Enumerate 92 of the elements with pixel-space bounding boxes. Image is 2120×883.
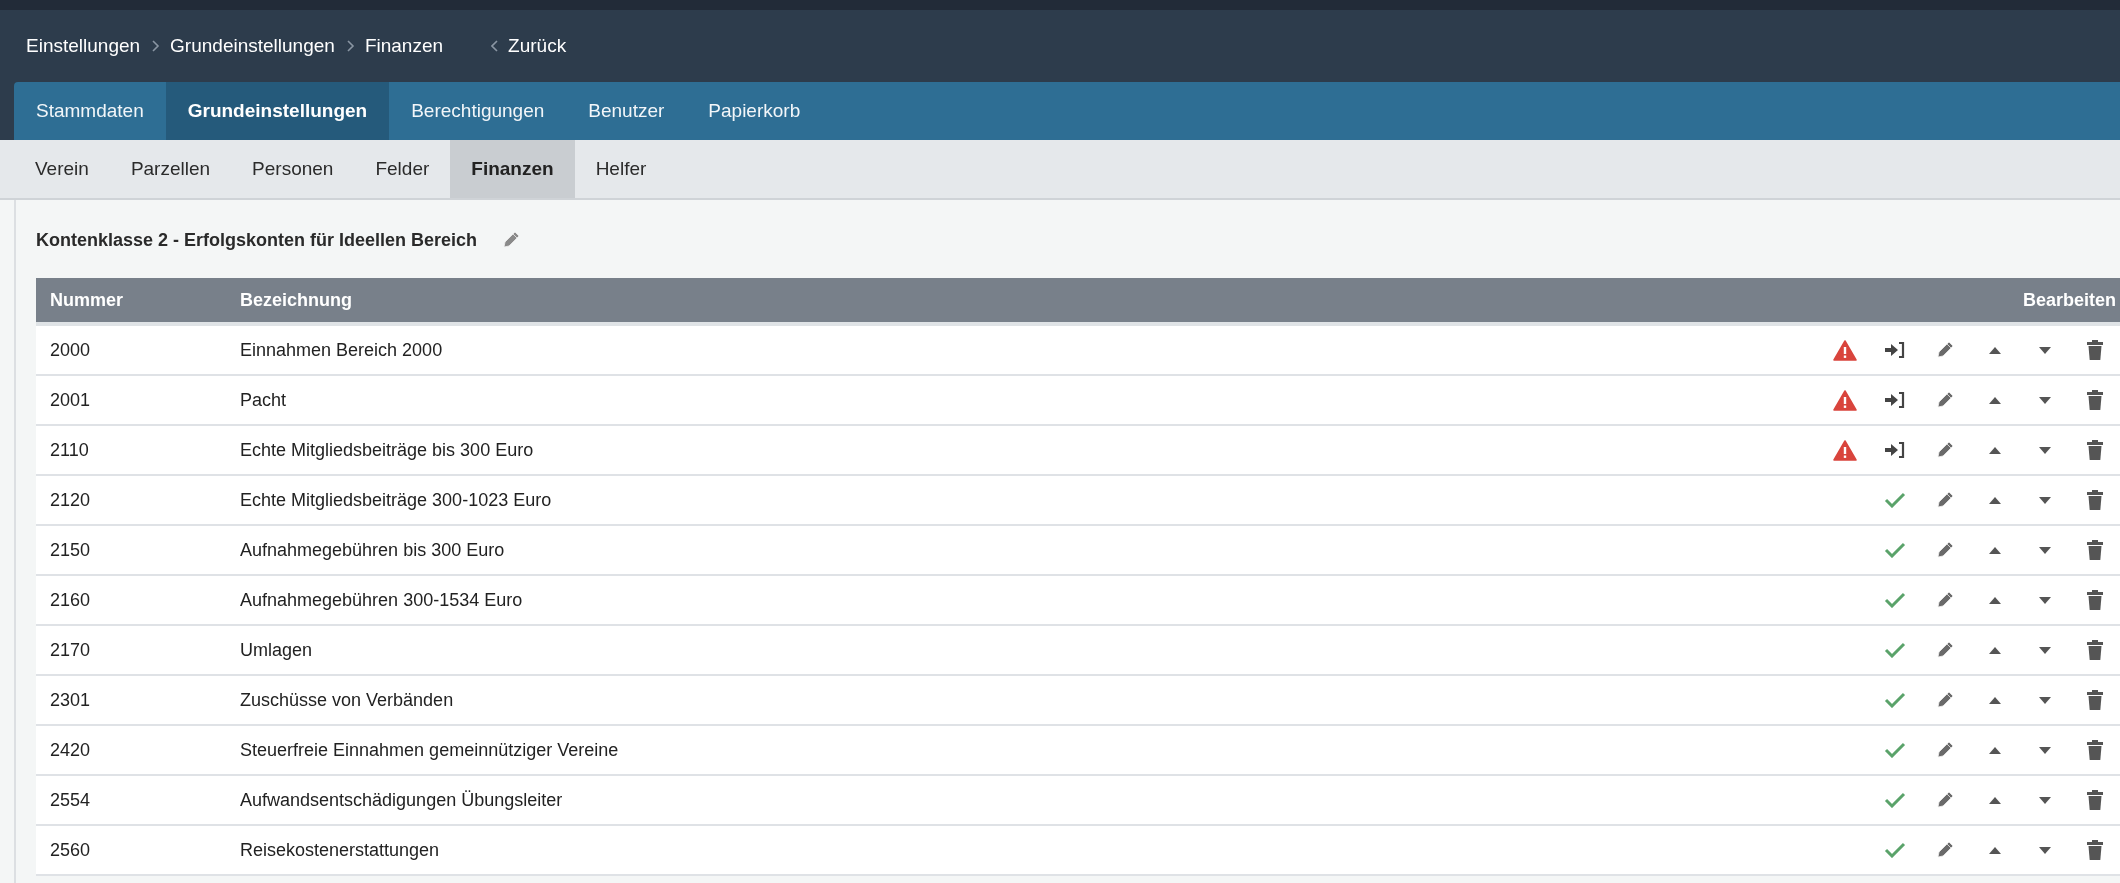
account-number: 2110 <box>49 439 90 461</box>
account-number: 2301 <box>49 689 92 711</box>
chevron-left-icon <box>491 40 500 52</box>
trash-icon[interactable] <box>2087 740 2103 760</box>
trash-icon[interactable] <box>2087 840 2103 860</box>
trash-icon[interactable] <box>2087 790 2103 810</box>
trash-icon[interactable] <box>2087 540 2103 560</box>
caret-down-icon[interactable] <box>2039 346 2051 354</box>
caret-down-icon[interactable] <box>2039 796 2051 804</box>
caret-down-icon[interactable] <box>2039 596 2051 604</box>
caret-up-icon[interactable] <box>1989 496 2001 504</box>
pencil-icon[interactable] <box>1935 490 1955 510</box>
pencil-icon[interactable] <box>1935 640 1955 660</box>
caret-up-icon[interactable] <box>1989 846 2001 854</box>
account-name: Aufnahmegebühren 300-1534 Euro <box>240 589 524 611</box>
trash-icon[interactable] <box>2087 640 2103 660</box>
pencil-icon[interactable] <box>1935 390 1955 410</box>
caret-up-icon[interactable] <box>1989 596 2001 604</box>
caret-up-icon[interactable] <box>1989 746 2001 754</box>
account-number: 2000 <box>49 339 92 361</box>
pencil-icon[interactable] <box>1935 790 1955 810</box>
account-number: 2160 <box>49 589 92 611</box>
sub-tab[interactable]: Helfer <box>574 140 668 198</box>
column-header: Bezeichnung <box>240 289 353 311</box>
pencil-icon[interactable] <box>1935 840 1955 860</box>
caret-down-icon[interactable] <box>2039 646 2051 654</box>
account-name: Steuerfreie Einnahmen gemeinnütziger Vereine <box>240 739 620 761</box>
trash-icon[interactable] <box>2087 340 2103 360</box>
trash-icon[interactable] <box>2087 440 2103 460</box>
column-header: Bearbeiten <box>2022 289 2117 311</box>
caret-down-icon[interactable] <box>2039 746 2051 754</box>
account-number: 2150 <box>49 539 92 561</box>
main-tab[interactable]: Benutzer <box>566 82 687 140</box>
sub-tab[interactable]: Verein <box>14 140 110 198</box>
caret-down-icon[interactable] <box>2039 846 2051 854</box>
trash-icon[interactable] <box>2087 590 2103 610</box>
pencil-icon[interactable] <box>1935 340 1955 360</box>
breadcrumb-link[interactable]: Grundeinstellungen <box>170 35 335 57</box>
caret-up-icon[interactable] <box>1989 796 2001 804</box>
caret-up-icon[interactable] <box>1989 696 2001 704</box>
trash-icon[interactable] <box>2087 490 2103 510</box>
trash-icon[interactable] <box>2087 690 2103 710</box>
trash-icon[interactable] <box>2087 390 2103 410</box>
account-number: 2001 <box>49 389 92 411</box>
breadcrumb-link[interactable]: Finanzen <box>364 35 444 57</box>
main-tab[interactable]: Stammdaten <box>14 82 166 140</box>
account-number: 2554 <box>49 789 92 811</box>
sub-tab[interactable]: Finanzen <box>450 140 575 198</box>
pencil-icon[interactable] <box>501 230 522 250</box>
account-number: 2120 <box>49 489 92 511</box>
chevron-right-icon <box>344 40 355 52</box>
pencil-icon[interactable] <box>1935 540 1955 560</box>
section-title: Kontenklasse 2 - Erfolgskonten für Ideellen Bereich <box>36 229 478 251</box>
sign-in-icon[interactable] <box>1884 341 1906 359</box>
main-tab[interactable]: Berechtigungen <box>389 82 567 140</box>
caret-up-icon[interactable] <box>1989 546 2001 554</box>
account-name: Umlagen <box>240 639 314 661</box>
main-tab[interactable]: Grundeinstellungen <box>165 82 390 140</box>
account-name: Aufnahmegebühren bis 300 Euro <box>240 539 506 561</box>
caret-down-icon[interactable] <box>2039 496 2051 504</box>
account-name: Echte Mitgliedsbeiträge bis 300 Euro <box>240 439 535 461</box>
account-name: Pacht <box>240 389 288 411</box>
sign-in-icon[interactable] <box>1884 391 1906 409</box>
caret-up-icon[interactable] <box>1989 396 2001 404</box>
sub-tab[interactable]: Parzellen <box>109 140 232 198</box>
account-name: Zuschüsse von Verbänden <box>240 689 455 711</box>
caret-up-icon[interactable] <box>1989 346 2001 354</box>
caret-down-icon[interactable] <box>2039 396 2051 404</box>
account-name: Aufwandsentschädigungen Übungsleiter <box>240 789 564 811</box>
account-name: Einnahmen Bereich 2000 <box>240 339 444 361</box>
caret-down-icon[interactable] <box>2039 546 2051 554</box>
sign-in-icon[interactable] <box>1884 441 1906 459</box>
account-number: 2170 <box>49 639 92 661</box>
pencil-icon[interactable] <box>1935 440 1955 460</box>
column-header: Nummer <box>49 289 125 311</box>
caret-up-icon[interactable] <box>1989 446 2001 454</box>
main-tab[interactable]: Papierkorb <box>686 82 823 140</box>
caret-up-icon[interactable] <box>1989 646 2001 654</box>
account-number: 2420 <box>49 739 92 761</box>
sub-tab[interactable]: Personen <box>231 140 355 198</box>
account-name: Reisekostenerstattungen <box>240 839 441 861</box>
caret-down-icon[interactable] <box>2039 446 2051 454</box>
pencil-icon[interactable] <box>1935 740 1955 760</box>
chevron-right-icon <box>150 40 161 52</box>
back-link[interactable]: Zurück <box>491 35 567 57</box>
account-name: Echte Mitgliedsbeiträge 300-1023 Euro <box>240 489 553 511</box>
pencil-icon[interactable] <box>1935 590 1955 610</box>
pencil-icon[interactable] <box>1935 690 1955 710</box>
sub-tab[interactable]: Felder <box>354 140 451 198</box>
account-number: 2560 <box>49 839 92 861</box>
breadcrumb-link[interactable]: Einstellungen <box>26 35 141 57</box>
caret-down-icon[interactable] <box>2039 696 2051 704</box>
